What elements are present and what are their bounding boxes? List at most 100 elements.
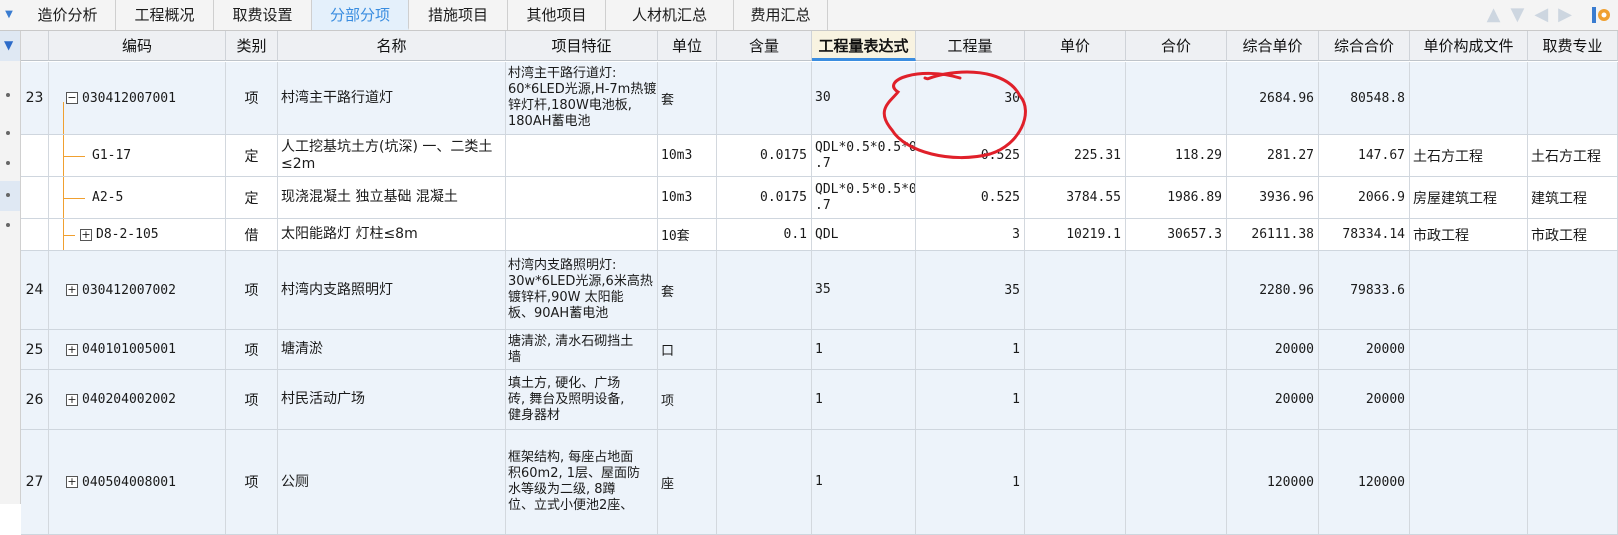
- price-file-cell[interactable]: [1410, 251, 1528, 329]
- unit-price-cell[interactable]: [1025, 430, 1126, 534]
- tab-5[interactable]: 措施项目: [409, 0, 508, 30]
- comprehensive-price-cell[interactable]: 20000: [1227, 370, 1319, 429]
- comprehensive-price-cell[interactable]: 281.27: [1227, 135, 1319, 176]
- comprehensive-total-cell[interactable]: 80548.8: [1319, 62, 1410, 134]
- feature-cell[interactable]: [506, 135, 658, 176]
- expression-cell[interactable]: 35: [812, 251, 916, 329]
- expression-cell[interactable]: QDL*0.5*0.5*0.7: [812, 135, 916, 176]
- type-cell[interactable]: 项: [226, 370, 278, 429]
- quantity-cell[interactable]: 1: [916, 430, 1025, 534]
- unit-price-cell[interactable]: [1025, 370, 1126, 429]
- name-cell[interactable]: 村湾内支路照明灯: [278, 251, 506, 329]
- unit-cell[interactable]: 项: [658, 370, 717, 429]
- unit-cell[interactable]: 10m3: [658, 177, 717, 218]
- comprehensive-total-cell[interactable]: 20000: [1319, 330, 1410, 369]
- unit-price-cell[interactable]: 10219.1: [1025, 219, 1126, 250]
- header-corner[interactable]: [21, 31, 49, 61]
- expand-icon[interactable]: +: [66, 476, 78, 488]
- comprehensive-price-cell[interactable]: 2684.96: [1227, 62, 1319, 134]
- column-header-3[interactable]: 名称: [278, 31, 506, 61]
- expression-cell[interactable]: 1: [812, 370, 916, 429]
- table-row[interactable]: 24 +030412007002 项 村湾内支路照明灯 村湾内支路照明灯: 30w*6LE…: [21, 251, 1618, 330]
- price-file-cell[interactable]: 土石方工程: [1410, 135, 1528, 176]
- table-row[interactable]: 26 +040204002002 项 村民活动广场 填土方, 硬化、广场 砖, 舞台及照明…: [21, 370, 1618, 430]
- price-file-cell[interactable]: [1410, 62, 1528, 134]
- feature-cell[interactable]: 塘清淤, 清水石砌挡土墙: [506, 330, 658, 369]
- code-cell[interactable]: G1-17: [49, 135, 226, 176]
- quantity-cell[interactable]: 0.525: [916, 135, 1025, 176]
- feature-cell[interactable]: 村湾主干路行道灯: 60*6LED光源,H-7m热镀 锌灯杆,180W电池板, 180…: [506, 62, 658, 134]
- collapse-icon[interactable]: −: [66, 92, 78, 104]
- table-row[interactable]: + D8-2-105 借 太阳能路灯 灯柱≤8m 10套 0.1 QDL 3 10219.1 30…: [21, 219, 1618, 251]
- column-header-2[interactable]: 类别: [226, 31, 278, 61]
- unit-cell[interactable]: 10m3: [658, 135, 717, 176]
- code-cell[interactable]: +040204002002: [49, 370, 226, 429]
- total-price-cell[interactable]: [1126, 430, 1227, 534]
- column-header-6[interactable]: 含量: [717, 31, 812, 61]
- code-cell[interactable]: + D8-2-105: [49, 219, 226, 250]
- unit-cell[interactable]: 套: [658, 251, 717, 329]
- arrow-right-icon[interactable]: ▶: [1558, 4, 1582, 25]
- column-header-1[interactable]: 编码: [49, 31, 226, 61]
- feature-cell[interactable]: [506, 177, 658, 218]
- specialty-cell[interactable]: 建筑工程: [1528, 177, 1618, 218]
- feature-cell[interactable]: [506, 219, 658, 250]
- row-number-cell[interactable]: 26: [21, 370, 49, 429]
- code-cell[interactable]: +040101005001: [49, 330, 226, 369]
- comprehensive-total-cell[interactable]: 2066.9: [1319, 177, 1410, 218]
- code-cell[interactable]: +040504008001: [49, 430, 226, 534]
- total-price-cell[interactable]: 30657.3: [1126, 219, 1227, 250]
- column-header-7[interactable]: 工程量表达式: [812, 31, 916, 61]
- comprehensive-price-cell[interactable]: 120000: [1227, 430, 1319, 534]
- feature-cell[interactable]: 框架结构, 每座占地面 积60m2, 1层、屋面防 水等级为二级, 8蹲 位、立式小便…: [506, 430, 658, 534]
- type-cell[interactable]: 定: [226, 177, 278, 218]
- expand-icon[interactable]: +: [80, 228, 92, 241]
- column-header-4[interactable]: 项目特征: [506, 31, 658, 61]
- type-cell[interactable]: 项: [226, 330, 278, 369]
- arrow-up-icon[interactable]: ▲: [1487, 4, 1511, 25]
- feature-cell[interactable]: 村湾内支路照明灯: 30w*6LED光源,6米高热 镀锌杆,90W 太阳能 板、90A…: [506, 251, 658, 329]
- total-price-cell[interactable]: [1126, 62, 1227, 134]
- table-row[interactable]: A2-5 定 现浇混凝土 独立基础 混凝土 10m3 0.0175 QDL*0.5*0.5…: [21, 177, 1618, 219]
- code-cell[interactable]: A2-5: [49, 177, 226, 218]
- name-cell[interactable]: 太阳能路灯 灯柱≤8m: [278, 219, 506, 250]
- type-cell[interactable]: 定: [226, 135, 278, 176]
- content-cell[interactable]: [717, 62, 812, 134]
- settings-corner-icon[interactable]: [1590, 4, 1612, 26]
- price-file-cell[interactable]: [1410, 430, 1528, 534]
- comprehensive-price-cell[interactable]: 3936.96: [1227, 177, 1319, 218]
- name-cell[interactable]: 公厕: [278, 430, 506, 534]
- quantity-cell[interactable]: 1: [916, 370, 1025, 429]
- name-cell[interactable]: 村湾主干路行道灯: [278, 62, 506, 134]
- total-price-cell[interactable]: [1126, 330, 1227, 369]
- code-cell[interactable]: −030412007001: [49, 62, 226, 134]
- comprehensive-total-cell[interactable]: 79833.6: [1319, 251, 1410, 329]
- type-cell[interactable]: 项: [226, 430, 278, 534]
- price-file-cell[interactable]: 市政工程: [1410, 219, 1528, 250]
- comprehensive-total-cell[interactable]: 78334.14: [1319, 219, 1410, 250]
- column-header-8[interactable]: 工程量: [916, 31, 1025, 61]
- specialty-cell[interactable]: 土石方工程: [1528, 135, 1618, 176]
- tab-6[interactable]: 其他项目: [508, 0, 606, 30]
- content-cell[interactable]: [717, 251, 812, 329]
- column-header-9[interactable]: 单价: [1025, 31, 1126, 61]
- table-row[interactable]: 23 −030412007001 项 村湾主干路行道灯 村湾主干路行道灯: 60*6LED…: [21, 62, 1618, 135]
- unit-cell[interactable]: 口: [658, 330, 717, 369]
- content-cell[interactable]: [717, 330, 812, 369]
- price-file-cell[interactable]: 房屋建筑工程: [1410, 177, 1528, 218]
- expand-icon[interactable]: +: [66, 393, 78, 406]
- comprehensive-price-cell[interactable]: 20000: [1227, 330, 1319, 369]
- unit-price-cell[interactable]: [1025, 62, 1126, 134]
- table-row[interactable]: G1-17 定 人工挖基坑土方(坑深) 一、二类土 ≤2m 10m3 0.0175 QDL…: [21, 135, 1618, 177]
- quantity-cell[interactable]: 0.525: [916, 177, 1025, 218]
- type-cell[interactable]: 项: [226, 62, 278, 134]
- total-price-cell[interactable]: [1126, 370, 1227, 429]
- column-header-11[interactable]: 综合单价: [1227, 31, 1319, 61]
- comprehensive-price-cell[interactable]: 26111.38: [1227, 219, 1319, 250]
- unit-price-cell[interactable]: 225.31: [1025, 135, 1126, 176]
- tab-4[interactable]: 分部分项: [312, 0, 409, 30]
- column-header-13[interactable]: 单价构成文件: [1410, 31, 1528, 61]
- row-number-cell[interactable]: 25: [21, 330, 49, 369]
- row-number-cell[interactable]: [21, 177, 49, 218]
- content-cell[interactable]: [717, 430, 812, 534]
